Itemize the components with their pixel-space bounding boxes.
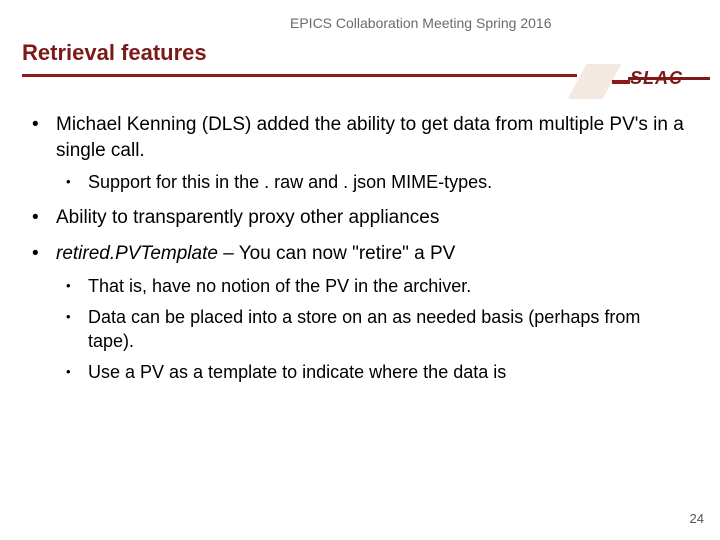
bullet-item: Michael Kenning (DLS) added the ability … [30, 112, 690, 195]
slide: EPICS Collaboration Meeting Spring 2016 … [0, 0, 720, 540]
bullet-text: Michael Kenning (DLS) added the ability … [56, 114, 684, 161]
sub-bullet-text: Data can be placed into a store on an as… [88, 307, 640, 352]
slide-title: Retrieval features [22, 40, 207, 66]
bullet-item: Ability to transparently proxy other app… [30, 205, 690, 231]
accent-bar [612, 80, 630, 84]
logo-strike [628, 77, 710, 80]
sub-bullet-item: Data can be placed into a store on an as… [56, 305, 690, 355]
bullet-item: retired.PVTemplate – You can now "retire… [30, 241, 690, 385]
sub-bullet-item: That is, have no notion of the PV in the… [56, 274, 690, 299]
page-number: 24 [690, 511, 704, 526]
content-area: Michael Kenning (DLS) added the ability … [30, 112, 690, 395]
title-rule [22, 74, 577, 77]
sub-bullet-item: Use a PV as a template to indicate where… [56, 360, 690, 385]
bullet-text-rest: – You can now "retire" a PV [218, 243, 455, 264]
header-banner: EPICS Collaboration Meeting Spring 2016 [290, 15, 552, 31]
bullet-italic-prefix: retired.PVTemplate [56, 243, 218, 264]
slac-logo: SLAC [630, 68, 708, 90]
sub-bullet-text: Support for this in the . raw and . json… [88, 172, 492, 192]
sub-bullet-text: That is, have no notion of the PV in the… [88, 276, 471, 296]
sub-bullet-item: Support for this in the . raw and . json… [56, 170, 690, 195]
bullet-text: Ability to transparently proxy other app… [56, 207, 439, 228]
sub-bullet-text: Use a PV as a template to indicate where… [88, 362, 506, 382]
